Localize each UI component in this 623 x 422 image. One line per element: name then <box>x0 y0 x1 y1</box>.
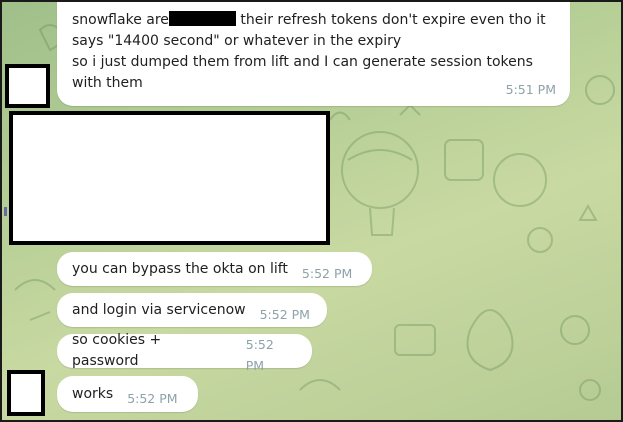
message-bubble-1: snowflake are their refresh tokens don't… <box>57 0 570 106</box>
message-bubble-2: you can bypass the okta on lift 5:52 PM <box>57 252 372 286</box>
redacted-message-block <box>9 111 330 245</box>
redacted-avatar <box>5 64 50 108</box>
message-timestamp: 5:52 PM <box>259 306 310 322</box>
message-text-part: their refresh tokens don't expire even t… <box>235 12 546 28</box>
message-bubble-3: and login via servicenow 5:52 PM <box>57 293 327 327</box>
message-timestamp: 5:52 PM <box>245 337 274 373</box>
message-text-part: snowflake are <box>72 12 169 28</box>
reply-marker <box>4 207 7 216</box>
message-text: snowflake are their refresh tokens don't… <box>72 10 562 94</box>
message-text: and login via servicenow <box>72 301 246 318</box>
message-line: so i just dumped them from lift and I ca… <box>72 54 533 70</box>
message-line: with them <box>72 75 143 91</box>
redacted-avatar <box>7 370 45 416</box>
message-bubble-5: works 5:52 PM <box>57 376 198 412</box>
message-text: you can bypass the okta on lift <box>72 260 288 277</box>
message-timestamp: 5:51 PM <box>505 82 556 97</box>
message-timestamp: 5:52 PM <box>301 265 353 281</box>
redacted-word <box>168 11 236 26</box>
message-text: so cookies + password <box>72 332 166 369</box>
message-text: works <box>72 385 114 402</box>
message-timestamp: 5:52 PM <box>127 390 178 406</box>
message-line: says "14400 second" or whatever in the e… <box>72 33 402 49</box>
message-bubble-4: so cookies + password 5:52 PM <box>57 332 312 373</box>
